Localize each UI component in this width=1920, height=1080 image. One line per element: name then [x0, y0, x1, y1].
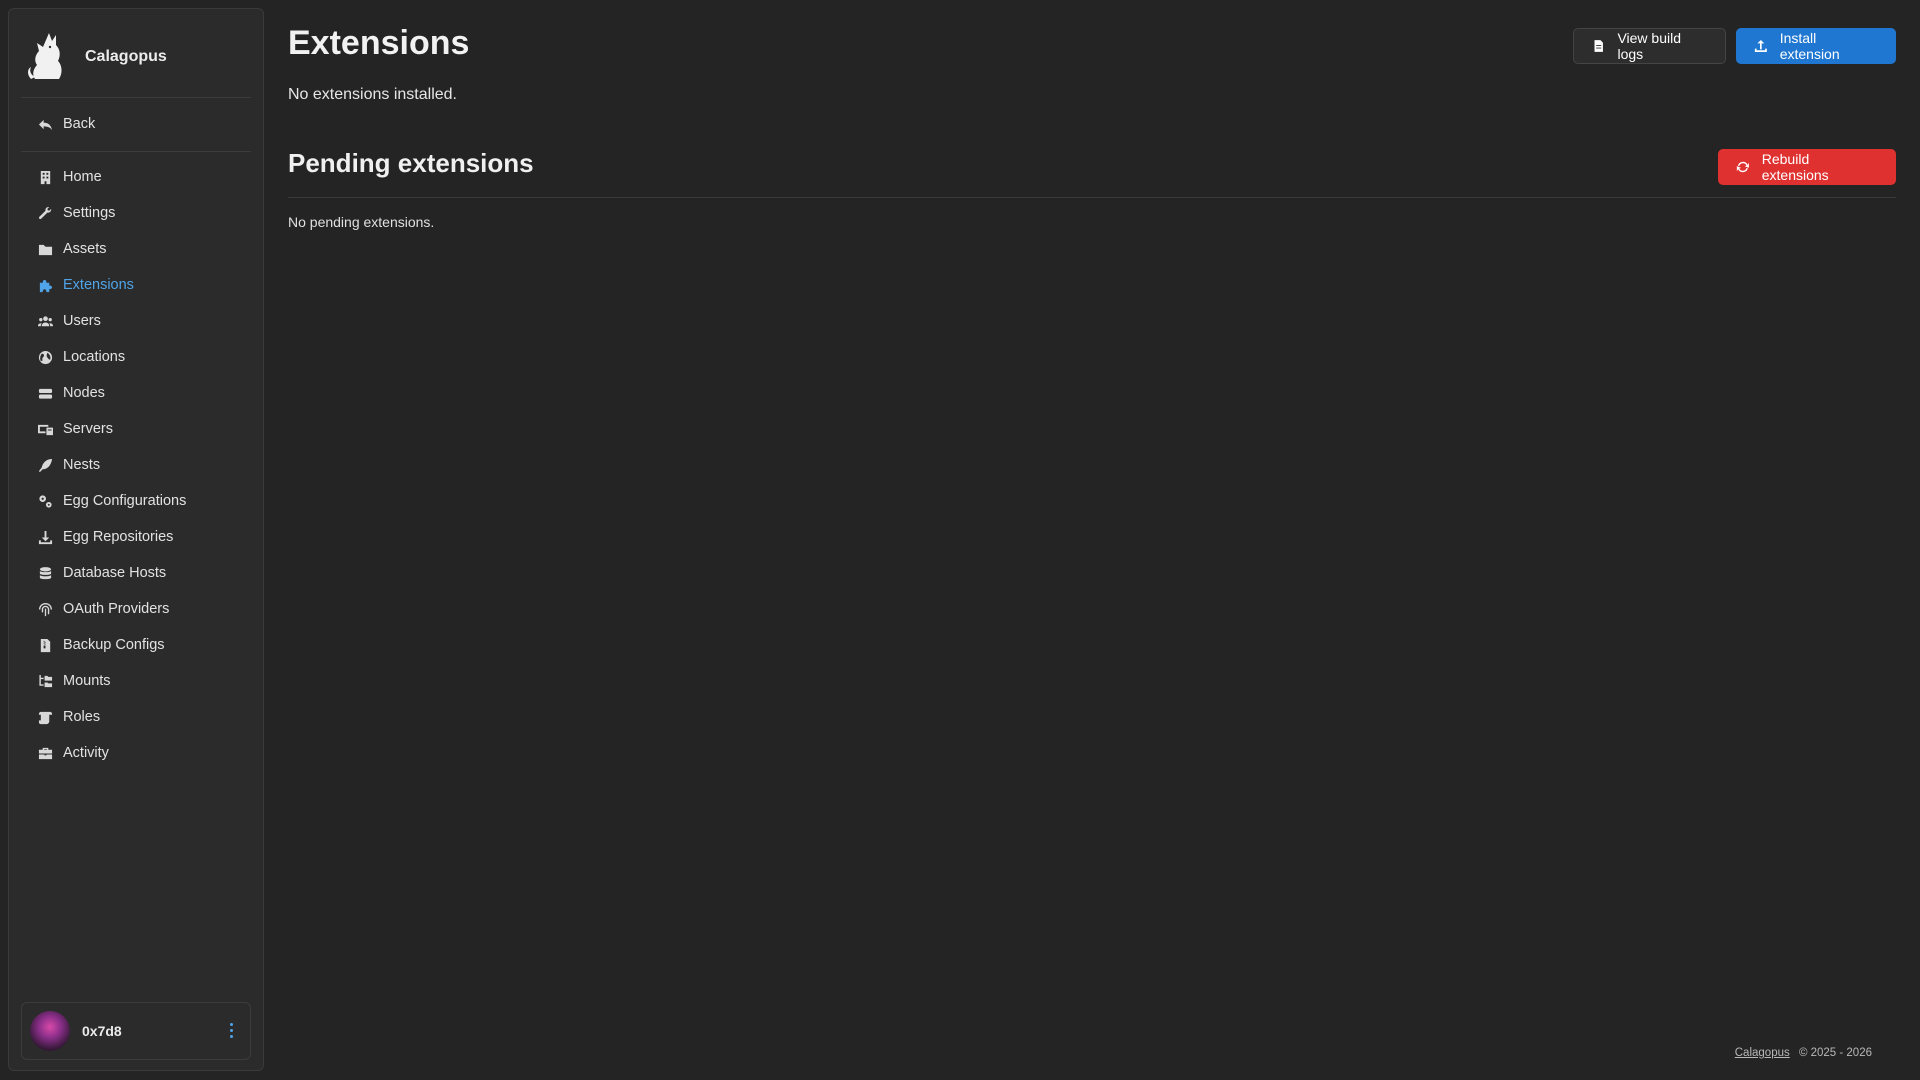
sidebar-item-nodes[interactable]: Nodes [37, 379, 247, 407]
file-archive-icon [37, 637, 53, 653]
puzzle-icon [37, 277, 53, 293]
sidebar-item-label: Egg Configurations [63, 493, 187, 509]
sidebar-item-home[interactable]: Home [37, 163, 247, 191]
sidebar-item-users[interactable]: Users [37, 307, 247, 335]
feather-icon [37, 457, 53, 473]
rebuild-extensions-button[interactable]: Rebuild extensions [1718, 149, 1896, 185]
user-card[interactable]: 0x7d8 [21, 1002, 251, 1060]
reply-icon [37, 116, 53, 132]
sidebar-item-label: Settings [63, 205, 116, 221]
sidebar-item-label: Database Hosts [63, 565, 167, 581]
footer-copyright: © 2025 - 2026 [1798, 1047, 1872, 1059]
page-title: Extensions [288, 24, 470, 62]
users-icon [37, 313, 53, 329]
file-icon [1594, 40, 1603, 52]
fingerprint-icon [37, 601, 53, 617]
sidebar-item-label: Locations [63, 349, 126, 365]
view-build-logs-button[interactable]: View build logs [1573, 28, 1726, 64]
install-extension-button[interactable]: Install extension [1736, 28, 1896, 64]
sidebar-divider [21, 151, 251, 152]
refresh-icon [1736, 161, 1749, 173]
sidebar-back-button[interactable]: Back [37, 110, 247, 138]
computer-icon [37, 421, 53, 437]
upload-icon [1754, 40, 1767, 52]
database-icon [37, 565, 53, 581]
pending-section-title: Pending extensions [288, 148, 534, 178]
sidebar-item-label: Activity [63, 745, 109, 761]
globe-icon [37, 349, 53, 365]
sidebar-item-extensions[interactable]: Extensions [37, 271, 247, 299]
sidebar-item-label: Roles [63, 709, 101, 725]
sidebar-item-backup-configs[interactable]: Backup Configs [37, 631, 247, 659]
sidebar-item-settings[interactable]: Settings [37, 199, 247, 227]
sidebar-item-activity[interactable]: Activity [37, 739, 247, 767]
username: 0x7d8 [82, 1023, 122, 1039]
install-extension-label: Install extension [1779, 30, 1840, 62]
sidebar-item-nests[interactable]: Nests [37, 451, 247, 479]
sidebar-item-label: Nests [63, 457, 101, 473]
footer: Calagopus © 2025 - 2026 [1735, 1047, 1872, 1059]
fox-logo-icon [28, 33, 62, 79]
avatar [30, 1011, 70, 1051]
building-icon [37, 169, 53, 185]
sidebar-item-database-hosts[interactable]: Database Hosts [37, 559, 247, 587]
sidebar-item-label: Backup Configs [63, 637, 165, 653]
sidebar-divider [21, 97, 251, 98]
sidebar-item-label: Servers [63, 421, 113, 437]
main-content: Extensions No extensions installed. View… [288, 0, 1920, 1080]
sidebar-item-label: Nodes [63, 385, 105, 401]
sidebar-item-egg-repositories[interactable]: Egg Repositories [37, 523, 247, 551]
folder-icon [37, 241, 53, 257]
sidebar-item-label: Extensions [63, 277, 134, 293]
folder-tree-icon [37, 673, 53, 689]
sidebar-item-label: OAuth Providers [63, 601, 170, 617]
sidebar-item-label: Assets [63, 241, 107, 257]
section-divider [288, 197, 1896, 198]
sidebar-item-locations[interactable]: Locations [37, 343, 247, 371]
server-icon [37, 385, 53, 401]
sidebar-item-roles[interactable]: Roles [37, 703, 247, 731]
installed-empty-text: No extensions installed. [288, 86, 457, 103]
kebab-menu-icon[interactable] [228, 1023, 234, 1041]
rebuild-extensions-label: Rebuild extensions [1761, 151, 1829, 183]
sidebar-item-label: Users [63, 313, 101, 329]
download-icon [37, 529, 53, 545]
sidebar: Calagopus Back Home Settings Assets Exte… [8, 8, 264, 1071]
sidebar-item-label: Home [63, 169, 102, 185]
sidebar-back-label: Back [63, 116, 96, 132]
view-build-logs-label: View build logs [1617, 30, 1682, 62]
sidebar-item-label: Mounts [63, 673, 111, 689]
scroll-icon [37, 709, 53, 725]
sidebar-item-assets[interactable]: Assets [37, 235, 247, 263]
sidebar-item-oauth-providers[interactable]: OAuth Providers [37, 595, 247, 623]
briefcase-icon [37, 745, 53, 761]
sidebar-item-mounts[interactable]: Mounts [37, 667, 247, 695]
brand-name: Calagopus [85, 48, 167, 65]
pending-empty-text: No pending extensions. [288, 214, 435, 230]
sidebar-item-servers[interactable]: Servers [37, 415, 247, 443]
brand[interactable]: Calagopus [25, 31, 245, 83]
wrench-icon [37, 205, 53, 221]
footer-link[interactable]: Calagopus [1735, 1047, 1790, 1059]
sidebar-item-egg-configurations[interactable]: Egg Configurations [37, 487, 247, 515]
sidebar-item-label: Egg Repositories [63, 529, 174, 545]
gears-icon [37, 493, 53, 509]
